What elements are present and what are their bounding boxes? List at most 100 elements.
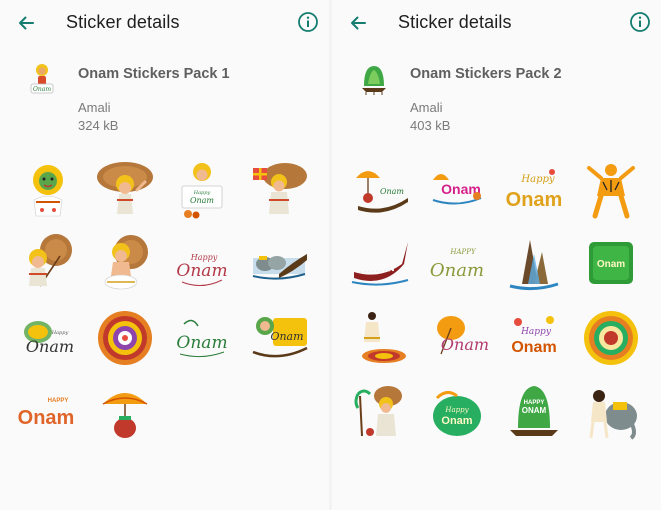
mahabali-icon (96, 162, 153, 214)
sticker-elephant-kathakali[interactable] (573, 376, 648, 448)
sticker-text: Happy (520, 174, 554, 185)
sticker-kathakali-face[interactable] (10, 154, 85, 226)
app-bar: Sticker details (332, 0, 661, 46)
sticker-umbrella-pot[interactable] (87, 376, 162, 448)
pack-name: Onam Stickers Pack 1 (78, 66, 230, 82)
elephants-boat-icon (252, 254, 307, 280)
sticker-elephants-boat[interactable] (241, 228, 316, 300)
sticker-text: Onam (511, 339, 556, 356)
onam-pink-boat-icon: Onam (432, 174, 481, 205)
sticker-mahabali-sitting[interactable] (87, 228, 162, 300)
sticker-mahabali-umbrella-left[interactable] (10, 228, 85, 300)
sticker-mahabali-palm[interactable] (342, 376, 417, 448)
happy-onam-leaf-icon: Happy Onam (432, 391, 481, 436)
sticker-grid: Happy Onam Happy Onam Happy Onam Onam On… (10, 154, 320, 448)
sticker-text: Onam (189, 196, 213, 205)
sticker-text: ONAM (521, 406, 546, 415)
page-title: Sticker details (66, 12, 180, 32)
sticker-umbrella-onam-script[interactable]: Onam (419, 302, 494, 374)
pookalam-icon (97, 311, 152, 365)
mahabali-sitting-icon (104, 235, 148, 290)
happy-onam-gold-icon: Happy Onam (505, 169, 562, 211)
sticker-happy-onam-orange[interactable]: HAPPY Onam (10, 376, 85, 448)
sticker-onam-pink-boat[interactable]: Onam (419, 154, 494, 226)
sticker-happy-onam-script[interactable]: Happy Onam (164, 228, 239, 300)
kathakali-icon (32, 165, 63, 217)
sticker-details-screen-pack-2: Sticker details Onam Stickers Pack 2 Ama… (332, 0, 661, 510)
pack-header: Onam Onam Stickers Pack 1 Amali 324 kB (0, 60, 329, 140)
mahabali-palm-icon (354, 386, 402, 437)
sticker-text: Onam (429, 260, 483, 281)
pack-header: Onam Stickers Pack 2 Amali 403 kB (332, 60, 661, 140)
onam-script-icon: Happy Onam (176, 253, 227, 286)
sticker-text: Onam (25, 337, 73, 356)
tiger-dance-icon (586, 164, 635, 219)
sticker-text: Happy (50, 330, 68, 336)
sticker-pookalam-flower[interactable] (87, 302, 162, 374)
sticker-text: HAPPY (47, 398, 68, 404)
sticker-happy-onam-gold[interactable]: Happy Onam (496, 154, 571, 226)
back-button[interactable] (12, 9, 40, 37)
happy-onam-flowers-icon: Happy Onam (511, 316, 556, 356)
dancer-rangoli-icon (361, 312, 406, 363)
sticker-grid: Onam Onam Happy Onam HAPPY Onam Onam Ona… (342, 154, 652, 448)
sticker-mahabali-happy-onam-sign[interactable]: Happy Onam (164, 154, 239, 226)
sticker-happy-onam-flowers[interactable]: Happy Onam (496, 302, 571, 374)
sticker-text: Happy (520, 327, 552, 337)
sticker-text: Onam (440, 335, 488, 354)
sticker-onam-script-green[interactable]: Happy Onam (10, 302, 85, 374)
waterfall-boats-icon (509, 240, 558, 291)
kathakali-boat-icon: Onam (252, 317, 308, 358)
info-circle-icon[interactable] (297, 11, 319, 33)
arrow-left-icon (351, 16, 366, 30)
sticker-text: Onam (17, 407, 74, 429)
app-bar: Sticker details (0, 0, 329, 46)
pack-size: 324 kB (78, 118, 119, 133)
onam-script-icon-2: Onam (176, 319, 227, 358)
sticker-waterfall-boats[interactable] (496, 228, 571, 300)
snake-boat-icon (351, 242, 408, 286)
umbrella-boat-icon: Onam (355, 171, 408, 213)
sticker-text: HAPPY (449, 248, 477, 256)
sticker-mahabali-umbrella[interactable] (87, 154, 162, 226)
sticker-text: Onam (596, 259, 624, 270)
sticker-onam-script-green-2[interactable]: Onam (164, 302, 239, 374)
info-circle-icon[interactable] (629, 11, 651, 33)
sticker-text: Onam (441, 415, 472, 427)
onam-green-script-icon: Happy Onam (23, 321, 74, 356)
pookalam-yellow-icon (583, 311, 638, 365)
sticker-umbrella-boat[interactable]: Onam (342, 154, 417, 226)
sticker-text: Onam (176, 333, 227, 353)
sticker-happy-onam-green-script[interactable]: HAPPY Onam (419, 228, 494, 300)
sticker-mahabali-gift[interactable] (241, 154, 316, 226)
sticker-dancer-rangoli[interactable] (342, 302, 417, 374)
sticker-details-screen-pack-1: Sticker details Onam Onam Stickers Pack … (0, 0, 329, 510)
pack-author: Amali (410, 100, 443, 115)
happy-onam-green-leaf-icon: HAPPY ONAM (509, 386, 558, 436)
sticker-kathakali-boat-script[interactable]: Onam (241, 302, 316, 374)
umbrella-onam-script-icon: Onam (436, 316, 489, 355)
mahabali-sign-icon: Happy Onam (181, 163, 222, 219)
pack-size: 403 kB (410, 118, 451, 133)
mahabali-gift-icon (252, 163, 307, 214)
sticker-text: Onam (505, 189, 562, 211)
pack-name: Onam Stickers Pack 2 (410, 66, 562, 82)
sticker-text: Onam (270, 330, 303, 343)
happy-onam-green-script-icon: HAPPY Onam (429, 248, 483, 281)
sticker-text: Onam (379, 187, 403, 196)
sticker-snake-boat[interactable] (342, 228, 417, 300)
mahabali-umbrella-icon (28, 234, 72, 287)
pack-tray-icon: Onam (30, 64, 54, 94)
sticker-happy-onam-green-leaf[interactable]: HAPPY ONAM (496, 376, 571, 448)
sticker-onam-green-square[interactable]: Onam (573, 228, 648, 300)
pack-author: Amali (78, 100, 111, 115)
sticker-happy-onam-leaf[interactable]: Happy Onam (419, 376, 494, 448)
sticker-pookalam-yellow[interactable] (573, 302, 648, 374)
sticker-text: Happy (444, 406, 469, 414)
arrow-left-icon (19, 16, 34, 30)
sticker-tiger-dance[interactable] (573, 154, 648, 226)
onam-green-square-icon: Onam (588, 242, 633, 284)
back-button[interactable] (344, 9, 372, 37)
happy-onam-orange-icon: HAPPY Onam (17, 398, 74, 429)
umbrella-pot-icon (102, 393, 147, 438)
